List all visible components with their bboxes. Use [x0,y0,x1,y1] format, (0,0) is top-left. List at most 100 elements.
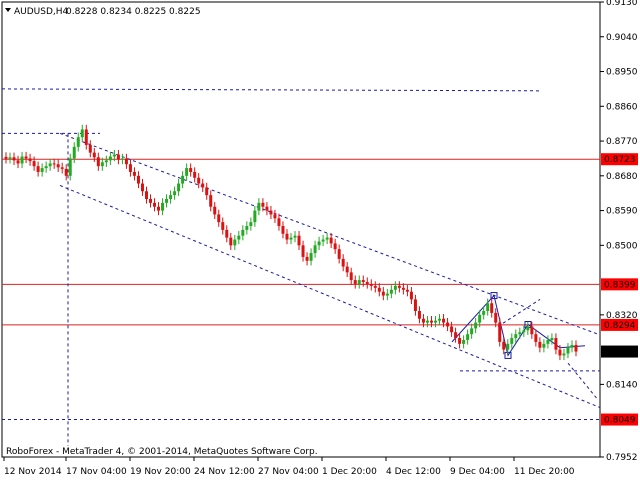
candle-body [502,341,506,350]
current-price-label: 0.8225 [604,348,636,358]
candle-body [514,334,518,339]
candle-body [8,157,12,159]
candle-body [132,171,136,176]
y-tick-label: 0.8500 [606,241,638,251]
candle-body [333,243,337,250]
candle-body [393,285,397,290]
candle-body [197,177,201,184]
candle-body [249,222,253,227]
candle-body [377,287,381,292]
candle-body [558,349,562,356]
symbol-label: AUDUSD,H4 [14,7,69,17]
candle-body [373,285,377,288]
candle-body [566,347,570,354]
candle-body [349,272,353,281]
candle-body [273,214,277,219]
candle-body [140,183,144,192]
candle-body [96,157,100,167]
candle-body [466,334,470,340]
candle-body [329,237,333,244]
candle-body [345,266,349,273]
y-tick-label: 0.8320 [606,311,638,321]
candle-body [116,154,120,160]
candle-body [108,156,112,161]
chart-canvas[interactable]: 0.87230.83990.82940.80490.8225 0.91300.9… [0,0,640,480]
candle-body [124,158,128,165]
candle-body [165,198,169,203]
candle-body [417,310,421,319]
candle-body [225,229,229,238]
candle-body [104,160,108,163]
candle-body [56,164,60,168]
candle-body [149,198,153,203]
candle-body [20,156,24,164]
candle-body [173,191,177,196]
candle-body [470,328,474,335]
candle-body [136,175,140,184]
candle-body [389,289,393,294]
level-price-label: 0.8723 [604,155,636,165]
candle-body [120,158,124,160]
candle-body [193,171,197,178]
x-tick-label: 1 Dec 20:00 [322,467,377,477]
candle-body [112,154,116,157]
candle-body [494,312,498,323]
candle-body [301,245,305,257]
candle-body [68,158,72,176]
candle-body [209,195,213,207]
y-tick-label: 0.8950 [606,68,638,78]
x-tick-label: 24 Nov 12:00 [194,467,255,477]
candle-body [257,202,261,211]
candle-body [305,256,309,261]
time-axis: 12 Nov 2014 17 Nov 04:00 19 Nov 20:00 24 No… [3,457,575,477]
candle-body [213,206,217,215]
candle-body [285,233,289,240]
candle-body [574,344,578,352]
price-axis: 0.9130 0.9040 0.8950 0.8860 0.8770 0.8680 0.85… [600,0,638,463]
y-tick-label: 0.8680 [606,172,638,182]
candle-body [100,162,104,167]
candle-body [289,237,293,240]
candle-body [84,129,88,145]
candle-body [241,229,245,236]
candle-body [397,285,401,288]
candle-body [381,291,385,296]
ohlc-values: 0.8228 0.8234 0.8225 0.8225 [66,7,201,17]
candle-body [237,235,241,240]
candle-body [153,202,157,207]
candle-body [80,129,84,138]
y-tick-label: 0.7952 [606,453,638,463]
candle-body [365,282,369,284]
candle-body [474,322,478,329]
candle-body [498,322,502,342]
candle-body [462,339,466,344]
level-price-label: 0.8399 [604,280,636,290]
candle-body [534,334,538,342]
candle-body [341,258,345,267]
candle-body [458,338,462,344]
candle-body [92,152,96,158]
candle-body [72,146,76,159]
candle-body [233,239,237,246]
candle-body [506,343,510,350]
candle-body [454,332,458,339]
candle-body [277,218,281,227]
candle-body [201,183,205,188]
x-tick-label: 19 Nov 20:00 [130,467,191,477]
candle-body [169,195,173,199]
candle-body [221,222,225,230]
candle-body [554,338,558,350]
candle-body [40,168,44,172]
chart-window[interactable]: 0.8723 0.8399 0.8294 0.8049 0.8225 0.9130 0.9… [0,0,640,480]
candle-body [12,157,16,161]
candle-body [205,187,209,196]
candle-body [297,235,301,246]
y-tick-label: 0.8590 [606,207,638,217]
candle-body [4,156,8,159]
x-tick-label: 17 Nov 04:00 [66,467,127,477]
candle-body [434,320,438,323]
candle-body [385,293,389,296]
copyright-text: RoboForex - MetaTrader 4, © 2001-2014, M… [6,447,318,457]
candle-body [265,206,269,211]
x-tick-label: 9 Dec 04:00 [450,467,505,477]
